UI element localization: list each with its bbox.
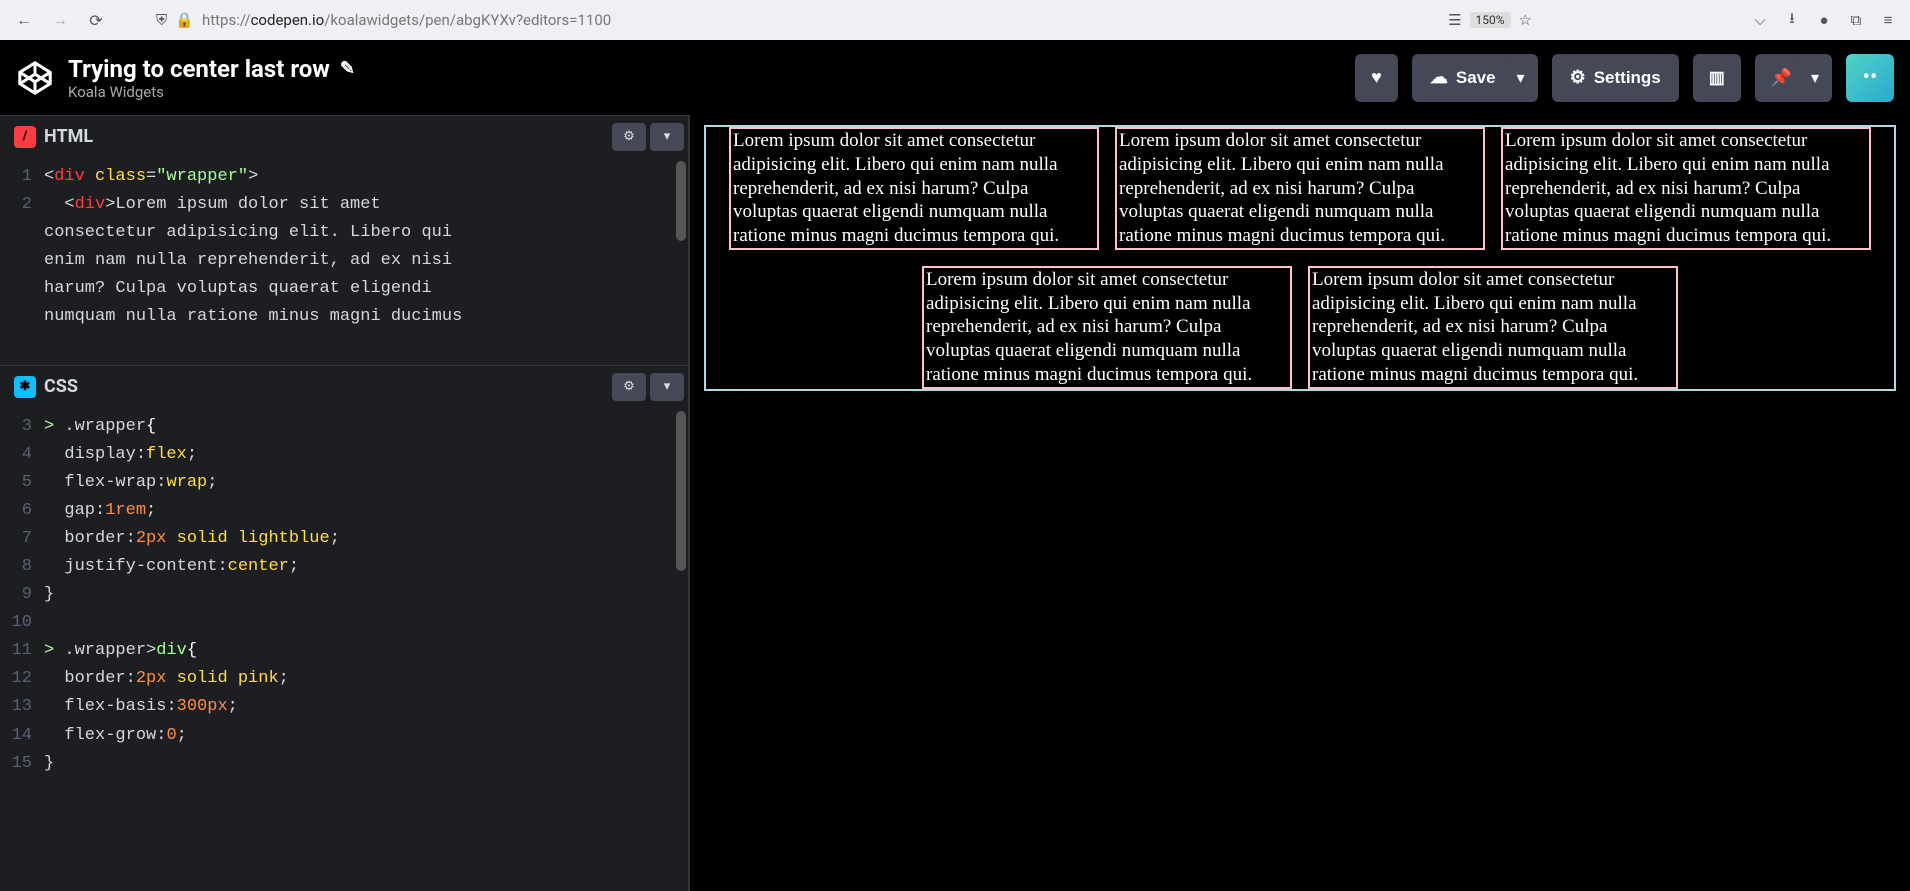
save-label: Save xyxy=(1456,68,1496,88)
heart-button[interactable]: ♥ xyxy=(1355,54,1398,102)
app-header: Trying to center last row ✎ Koala Widget… xyxy=(0,40,1910,115)
preview-box: Lorem ipsum dolor sit amet consectetur a… xyxy=(1501,127,1871,250)
account-icon[interactable]: ● xyxy=(1812,8,1836,32)
codepen-logo[interactable] xyxy=(16,59,54,97)
css-collapse-button[interactable]: ▾ xyxy=(650,373,684,401)
save-button[interactable]: ☁ Save xyxy=(1412,54,1514,102)
reader-icon[interactable]: ☰ xyxy=(1448,11,1461,29)
html-tab[interactable]: / HTML xyxy=(0,116,107,157)
title-block: Trying to center last row ✎ Koala Widget… xyxy=(68,55,1341,101)
pin-icon: 📌 xyxy=(1771,68,1792,88)
bookmark-star-icon[interactable]: ☆ xyxy=(1519,11,1532,29)
pin-dropdown[interactable]: ▾ xyxy=(1798,54,1832,102)
chevron-down-icon: ▾ xyxy=(1811,68,1819,87)
heart-icon: ♥ xyxy=(1371,67,1382,88)
html-pane-header: / HTML ⚙ ▾ xyxy=(0,115,688,157)
html-tab-label: HTML xyxy=(44,126,93,147)
pen-author[interactable]: Koala Widgets xyxy=(68,83,1341,101)
download-icon[interactable]: ⭳ xyxy=(1780,8,1804,32)
zoom-badge[interactable]: 150% xyxy=(1470,12,1511,28)
preview-wrapper: Lorem ipsum dolor sit amet consectetur a… xyxy=(704,125,1896,391)
forward-button[interactable]: → xyxy=(46,6,74,34)
pocket-icon[interactable]: ⌵ xyxy=(1748,8,1772,32)
gear-icon: ⚙ xyxy=(623,379,635,394)
preview-column: Lorem ipsum dolor sit amet consectetur a… xyxy=(690,115,1910,891)
reload-button[interactable]: ⟳ xyxy=(82,6,110,34)
html-collapse-button[interactable]: ▾ xyxy=(650,123,684,151)
shield-icon: ⛨ xyxy=(156,11,167,29)
layout-icon: ▥ xyxy=(1709,68,1725,88)
back-button[interactable]: ← xyxy=(10,6,38,34)
css-lang-icon: ✱ xyxy=(14,376,36,398)
cloud-icon: ☁ xyxy=(1430,67,1448,88)
address-bar[interactable]: ⛨ 🔒 https://codepen.io/koalawidgets/pen/… xyxy=(148,5,1540,35)
main-area: / HTML ⚙ ▾ 1<div class="wrapper"> 2 <div… xyxy=(0,115,1910,891)
html-lang-icon: / xyxy=(14,126,36,148)
css-editor-pane: ✱ CSS ⚙ ▾ 3> .wrapper{4 display:flex;5 f… xyxy=(0,365,688,891)
editors-column: / HTML ⚙ ▾ 1<div class="wrapper"> 2 <div… xyxy=(0,115,690,891)
scrollbar[interactable] xyxy=(676,161,686,241)
html-code-body[interactable]: 1<div class="wrapper"> 2 <div>Lorem ipsu… xyxy=(0,157,688,365)
preview-box: Lorem ipsum dolor sit amet consectetur a… xyxy=(1115,127,1485,250)
save-dropdown[interactable]: ▾ xyxy=(1504,54,1538,102)
css-tab-label: CSS xyxy=(44,376,78,397)
gear-icon: ⚙ xyxy=(623,129,635,144)
css-tab[interactable]: ✱ CSS xyxy=(0,366,92,407)
user-avatar[interactable]: •• xyxy=(1846,54,1894,102)
lock-icon: 🔒 xyxy=(175,11,194,29)
css-pane-header: ✱ CSS ⚙ ▾ xyxy=(0,365,688,407)
html-settings-button[interactable]: ⚙ xyxy=(612,123,646,151)
css-settings-button[interactable]: ⚙ xyxy=(612,373,646,401)
menu-icon[interactable]: ≡ xyxy=(1876,8,1900,32)
settings-button[interactable]: ⚙ Settings xyxy=(1552,54,1679,102)
scrollbar[interactable] xyxy=(676,411,686,571)
browser-toolbar: ← → ⟳ ⛨ 🔒 https://codepen.io/koalawidget… xyxy=(0,0,1910,40)
chevron-down-icon: ▾ xyxy=(664,379,671,394)
chevron-down-icon: ▾ xyxy=(664,129,671,144)
extensions-icon[interactable]: ⧉ xyxy=(1844,8,1868,32)
edit-title-icon[interactable]: ✎ xyxy=(340,58,355,79)
pen-title[interactable]: Trying to center last row xyxy=(68,55,330,83)
layout-button[interactable]: ▥ xyxy=(1693,54,1741,102)
html-editor-pane: / HTML ⚙ ▾ 1<div class="wrapper"> 2 <div… xyxy=(0,115,688,365)
preview-box: Lorem ipsum dolor sit amet consectetur a… xyxy=(1308,266,1678,389)
preview-box: Lorem ipsum dolor sit amet consectetur a… xyxy=(922,266,1292,389)
chevron-down-icon: ▾ xyxy=(1517,68,1525,87)
preview-box: Lorem ipsum dolor sit amet consectetur a… xyxy=(729,127,1099,250)
settings-label: Settings xyxy=(1594,68,1661,88)
css-code-body[interactable]: 3> .wrapper{4 display:flex;5 flex-wrap:w… xyxy=(0,407,688,891)
url-text: https://codepen.io/koalawidgets/pen/abgK… xyxy=(202,11,1440,29)
gear-icon: ⚙ xyxy=(1570,67,1586,88)
